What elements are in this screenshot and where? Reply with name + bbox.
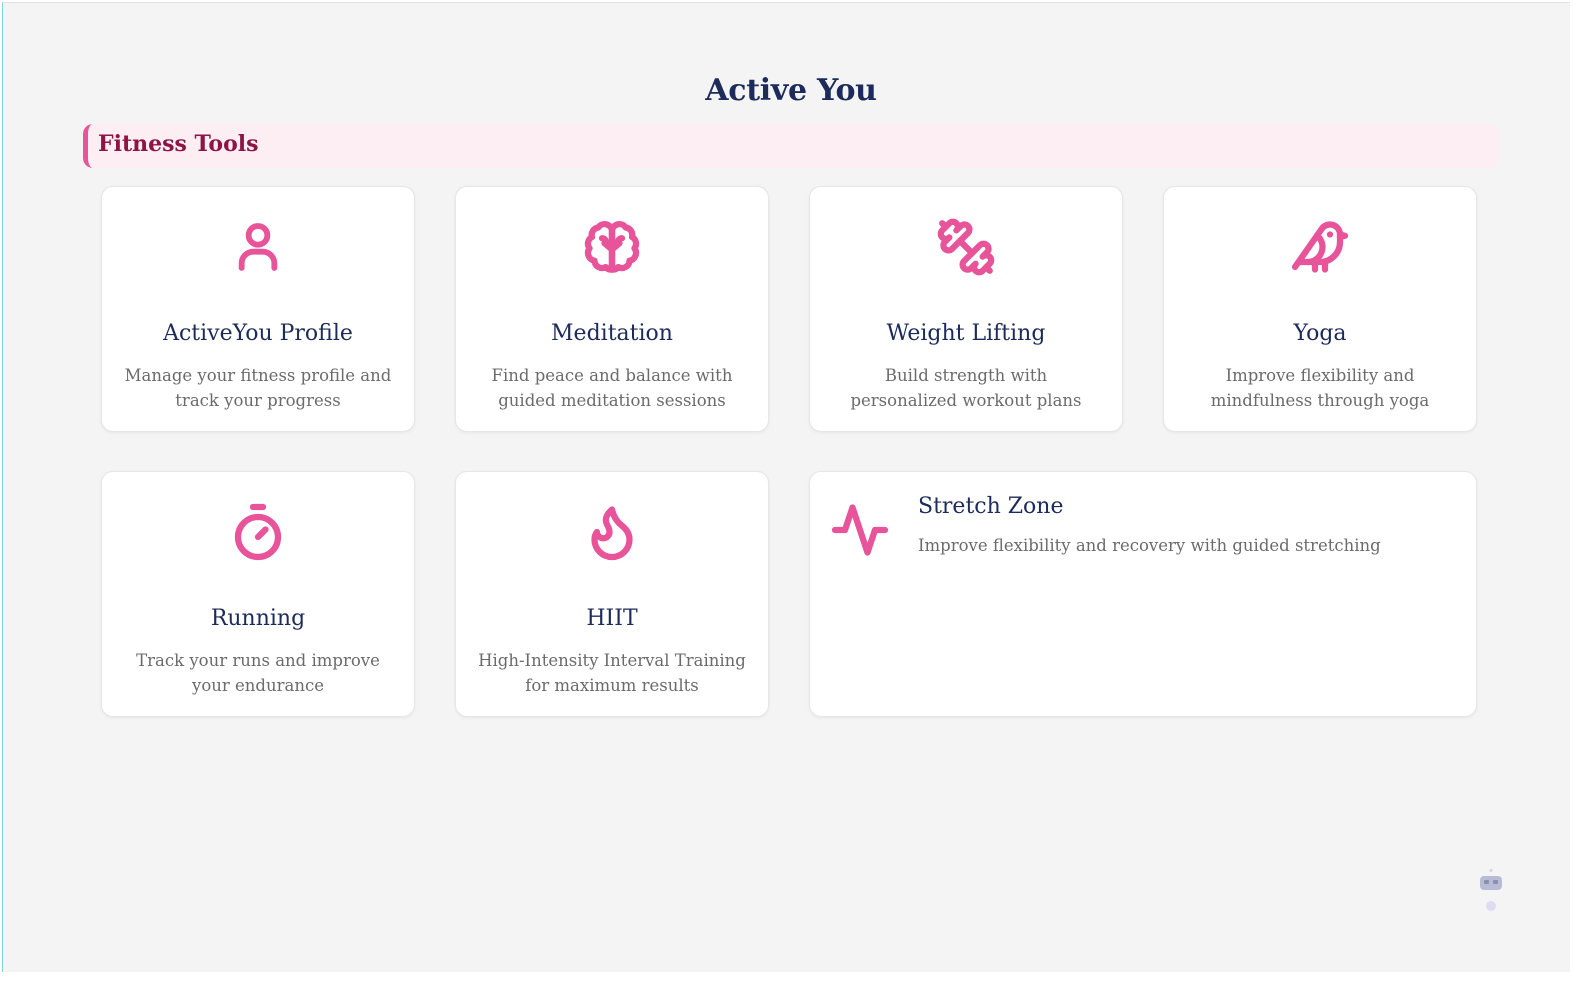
activity-icon xyxy=(830,500,890,560)
card-yoga[interactable]: Yoga Improve flexibility and mindfulness… xyxy=(1163,186,1477,432)
card-title: Running xyxy=(210,606,306,631)
card-title: Yoga xyxy=(1293,321,1347,346)
card-hiit[interactable]: HIIT High-Intensity Interval Training fo… xyxy=(455,471,769,717)
bird-icon xyxy=(1164,217,1476,277)
flame-icon xyxy=(456,502,768,562)
card-description: Build strength with personalized workout… xyxy=(850,366,1082,410)
dumbbell-icon xyxy=(810,217,1122,277)
robot-icon[interactable] xyxy=(1475,868,1507,914)
card-description: Manage your fitness profile and track yo… xyxy=(124,366,392,410)
section-header-fitness-tools: Fitness Tools xyxy=(83,124,1499,168)
card-stretch-zone[interactable]: Stretch Zone Improve flexibility and rec… xyxy=(809,471,1477,717)
card-description: Track your runs and improve your enduran… xyxy=(136,651,380,695)
card-running[interactable]: Running Track your runs and improve your… xyxy=(101,471,415,717)
card-description: Improve flexibility and recovery with gu… xyxy=(918,536,1381,555)
page-viewport: Active You Fitness Tools ActiveYou Profi… xyxy=(2,2,1570,972)
card-weight-lifting[interactable]: Weight Lifting Build strength with perso… xyxy=(809,186,1123,432)
brain-icon xyxy=(456,217,768,277)
card-title: Weight Lifting xyxy=(886,321,1046,346)
card-activeyou-profile[interactable]: ActiveYou Profile Manage your fitness pr… xyxy=(101,186,415,432)
card-description: Find peace and balance with guided medit… xyxy=(491,366,733,410)
page-title: Active You xyxy=(705,73,877,108)
card-title: Stretch Zone xyxy=(918,494,1064,519)
card-title: Meditation xyxy=(551,321,673,346)
section-title: Fitness Tools xyxy=(98,131,259,157)
card-title: ActiveYou Profile xyxy=(163,321,353,346)
stopwatch-icon xyxy=(102,502,414,562)
user-icon xyxy=(102,217,414,277)
card-meditation[interactable]: Meditation Find peace and balance with g… xyxy=(455,186,769,432)
card-description: Improve flexibility and mindfulness thro… xyxy=(1210,366,1430,410)
card-title: HIIT xyxy=(586,606,638,631)
card-description: High-Intensity Interval Training for max… xyxy=(478,651,746,695)
